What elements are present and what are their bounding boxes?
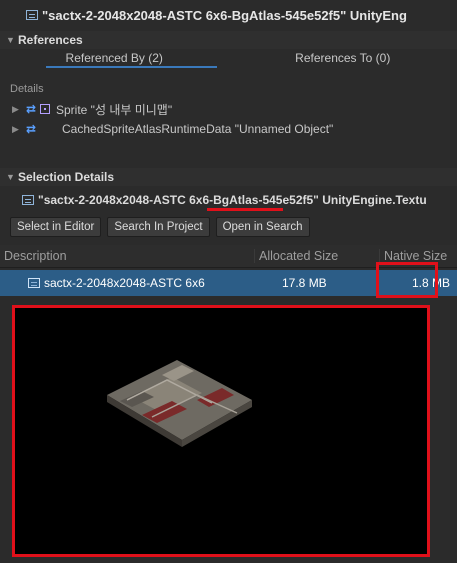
expand-arrow-icon[interactable]: ▶: [12, 124, 22, 135]
references-tabs: Referenced By (2) References To (0): [0, 48, 457, 68]
search-in-project-button[interactable]: Search In Project: [107, 217, 210, 237]
select-in-editor-button[interactable]: Select in Editor: [10, 217, 102, 237]
highlight-box: [376, 262, 438, 298]
reference-item-cached-data[interactable]: ▶ ⇄ CachedSpriteAtlasRuntimeData "Unname…: [0, 119, 457, 139]
tab-references-to[interactable]: References To (0): [229, 48, 457, 68]
expand-arrow-icon[interactable]: ▶: [12, 104, 22, 115]
tab-referenced-by[interactable]: Referenced By (2): [0, 48, 229, 68]
column-native-size[interactable]: Native Size: [379, 249, 457, 263]
row-description: sactx-2-2048x2048-ASTC 6x6: [0, 276, 278, 290]
selected-object-name: "sactx-2-2048x2048-ASTC 6x6-BgAtlas-545e…: [0, 190, 457, 210]
window-title: "sactx-2-2048x2048-ASTC 6x6-BgAtlas-545e…: [0, 0, 457, 30]
reference-item-label: CachedSpriteAtlasRuntimeData "Unnamed Ob…: [62, 122, 334, 136]
reference-item-label: Sprite "성 내부 미니맵": [56, 102, 173, 117]
open-in-search-button[interactable]: Open in Search: [215, 217, 310, 237]
selection-details-label: Selection Details: [18, 170, 115, 184]
reference-item-sprite[interactable]: ▶ ⇄ Sprite "성 내부 미니맵": [0, 99, 457, 119]
texture-icon: [22, 195, 34, 205]
selection-buttons: Select in Editor Search In Project Open …: [0, 216, 457, 238]
references-header-label: References: [18, 33, 83, 47]
title-text: "sactx-2-2048x2048-ASTC 6x6-BgAtlas-545e…: [42, 7, 407, 23]
fold-down-icon[interactable]: ▼: [6, 172, 18, 182]
column-allocated-size[interactable]: Allocated Size: [254, 249, 379, 263]
highlight-frame: [12, 305, 430, 557]
texture-icon: [28, 278, 40, 288]
highlight-underline: [207, 208, 283, 211]
texture-icon: [26, 10, 38, 20]
selection-details-header[interactable]: ▼ Selection Details: [0, 168, 457, 186]
link-icon: ⇄: [25, 102, 37, 116]
column-description[interactable]: Description: [0, 249, 254, 263]
link-icon: ⇄: [25, 122, 37, 136]
details-label: Details: [10, 83, 44, 95]
fold-down-icon[interactable]: ▼: [6, 35, 18, 45]
references-header[interactable]: ▼ References: [0, 31, 457, 49]
sprite-icon: [40, 104, 50, 114]
